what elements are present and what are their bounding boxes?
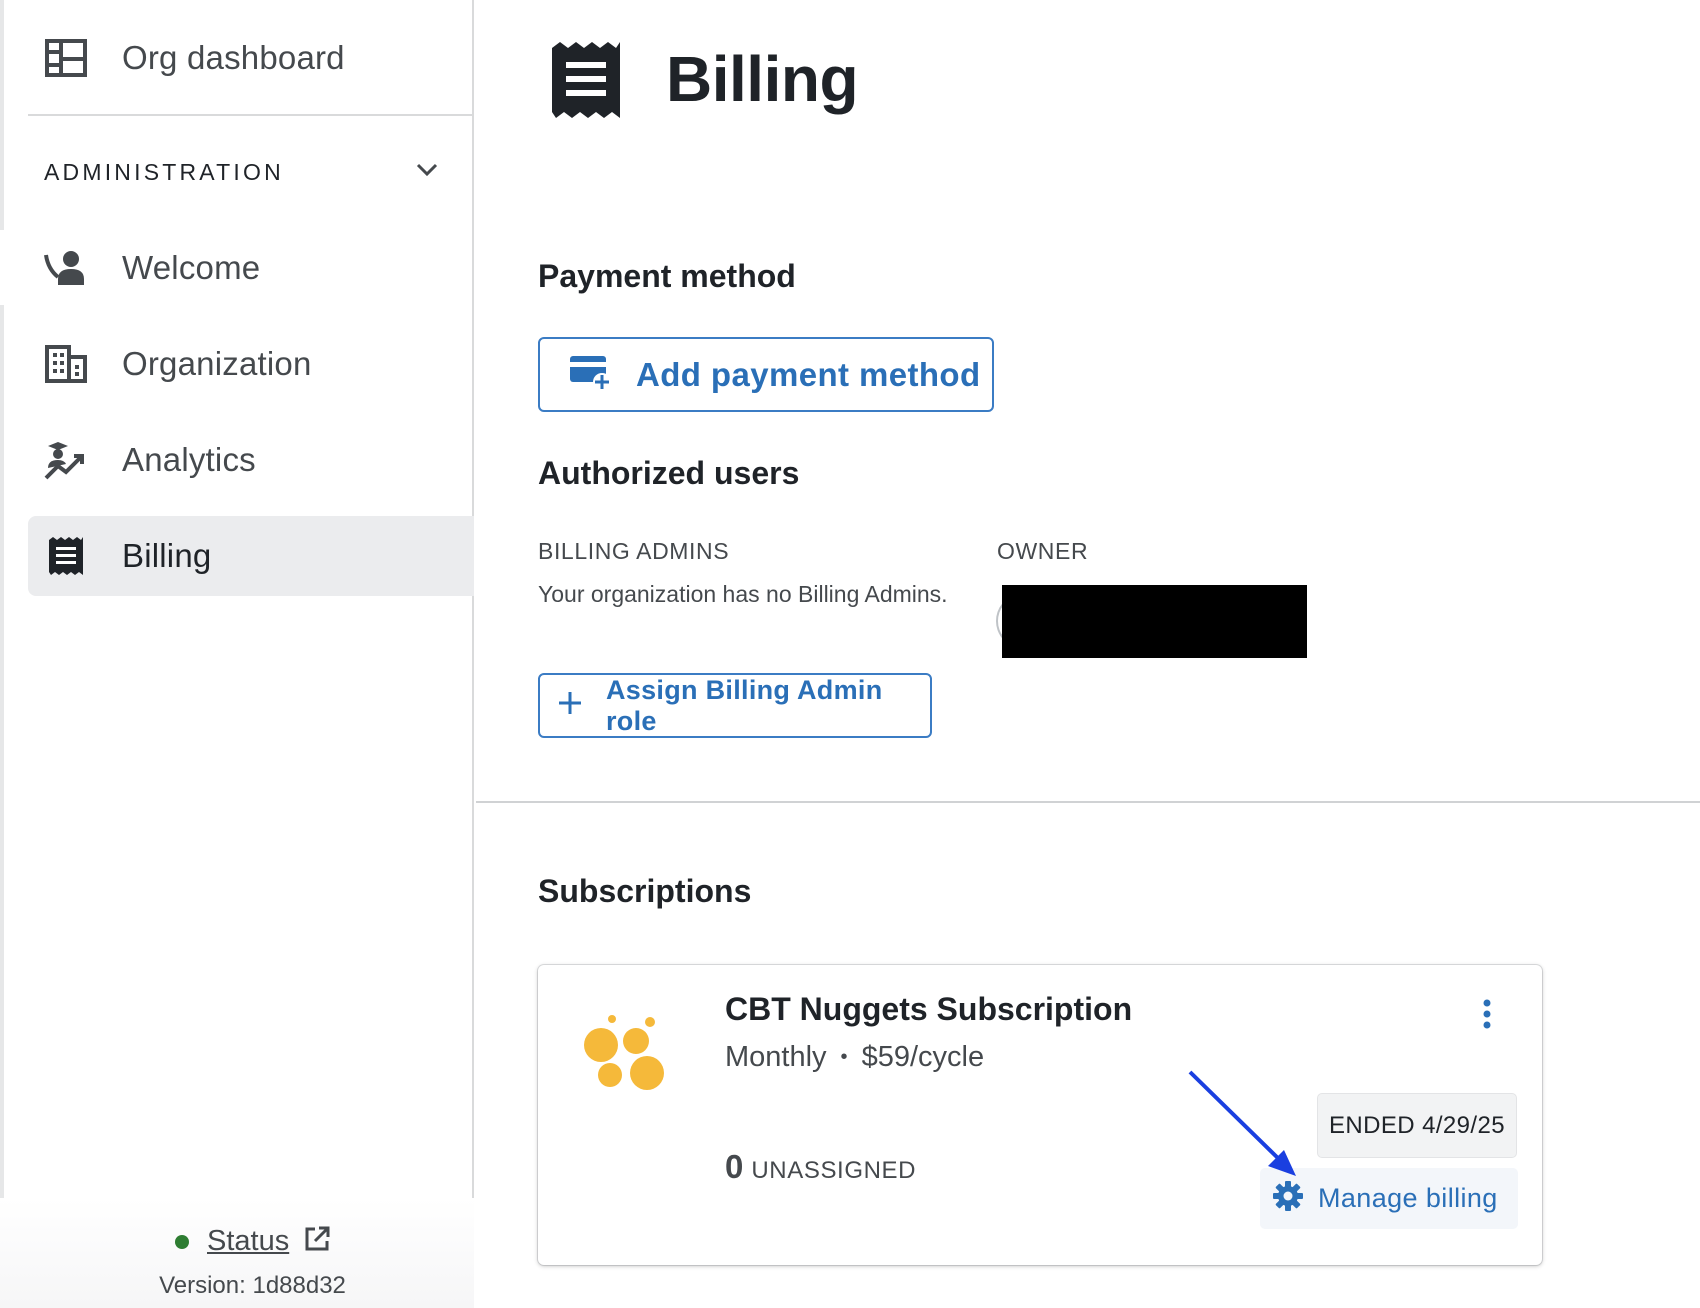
more-options-icon[interactable]	[1482, 999, 1492, 1034]
analytics-icon	[44, 438, 88, 482]
sidebar-divider	[28, 114, 474, 116]
sidebar-item-billing[interactable]: Billing	[28, 516, 474, 596]
add-payment-method-button[interactable]: Add payment method	[538, 337, 994, 412]
owner-label: OWNER	[997, 538, 1089, 564]
dashboard-icon	[44, 36, 88, 80]
cbt-nuggets-logo	[582, 1015, 672, 1100]
authorized-users-heading: Authorized users	[538, 455, 800, 491]
sidebar-item-label: Analytics	[122, 441, 256, 478]
subscription-title: CBT Nuggets Subscription	[725, 991, 1133, 1027]
add-payment-method-label: Add payment method	[636, 355, 981, 393]
sidebar-item-label: Billing	[122, 537, 212, 574]
unassigned-label: UNASSIGNED	[751, 1157, 917, 1184]
sidebar-item-org-dashboard[interactable]: Org dashboard	[28, 18, 474, 98]
sidebar: Org dashboard ADMINISTRATION Welcome Org…	[0, 0, 474, 1308]
assign-billing-admin-label: Assign Billing Admin role	[606, 674, 883, 736]
administration-section-toggle[interactable]: ADMINISTRATION	[28, 140, 448, 204]
unassigned-count: 0 UNASSIGNED	[725, 1148, 916, 1186]
sidebar-edge	[0, 0, 4, 230]
manage-billing-label: Manage billing	[1318, 1183, 1498, 1213]
external-link-icon	[303, 1225, 331, 1258]
status-link[interactable]: Status	[175, 1225, 331, 1258]
payment-method-heading: Payment method	[538, 258, 796, 294]
subscriptions-heading: Subscriptions	[538, 873, 752, 909]
billing-admins-label: BILLING ADMINS	[538, 538, 730, 564]
billing-cycle: Monthly	[725, 1041, 827, 1073]
billing-admins-empty-text: Your organization has no Billing Admins.	[538, 581, 948, 607]
sidebar-edge	[0, 305, 4, 1308]
sidebar-item-analytics[interactable]: Analytics	[28, 420, 474, 500]
annotation-arrow-icon	[1184, 1066, 1304, 1189]
redacted-owner	[1002, 585, 1307, 658]
add-card-icon	[568, 352, 612, 397]
plus-icon	[558, 691, 582, 720]
main-content: Billing Payment method Add payment metho…	[476, 0, 1700, 1308]
chevron-down-icon	[416, 163, 438, 182]
sidebar-item-label: Organization	[122, 345, 312, 382]
page-title: Billing	[666, 43, 859, 115]
section-title: ADMINISTRATION	[44, 158, 284, 185]
sidebar-item-welcome[interactable]: Welcome	[28, 228, 474, 308]
status-label: Status	[207, 1225, 290, 1257]
receipt-icon	[44, 534, 88, 578]
sidebar-item-label: Org dashboard	[122, 39, 345, 76]
version-text: Version: 1d88d32	[159, 1272, 346, 1299]
meta-separator: •	[840, 1046, 848, 1068]
subscription-meta: Monthly • $59/cycle	[725, 1041, 984, 1074]
price: $59/cycle	[861, 1041, 985, 1073]
building-icon	[44, 342, 88, 386]
receipt-icon	[548, 40, 624, 125]
person-wave-icon	[44, 246, 88, 290]
sidebar-item-label: Welcome	[122, 249, 261, 286]
unassigned-number: 0	[725, 1148, 744, 1185]
status-badge: ENDED 4/29/25	[1317, 1093, 1517, 1158]
assign-billing-admin-button[interactable]: Assign Billing Admin role	[538, 673, 932, 738]
section-divider	[476, 801, 1700, 803]
subscription-card: CBT Nuggets Subscription Monthly • $59/c…	[538, 965, 1542, 1265]
status-indicator	[175, 1234, 189, 1249]
sidebar-item-organization[interactable]: Organization	[28, 324, 474, 404]
